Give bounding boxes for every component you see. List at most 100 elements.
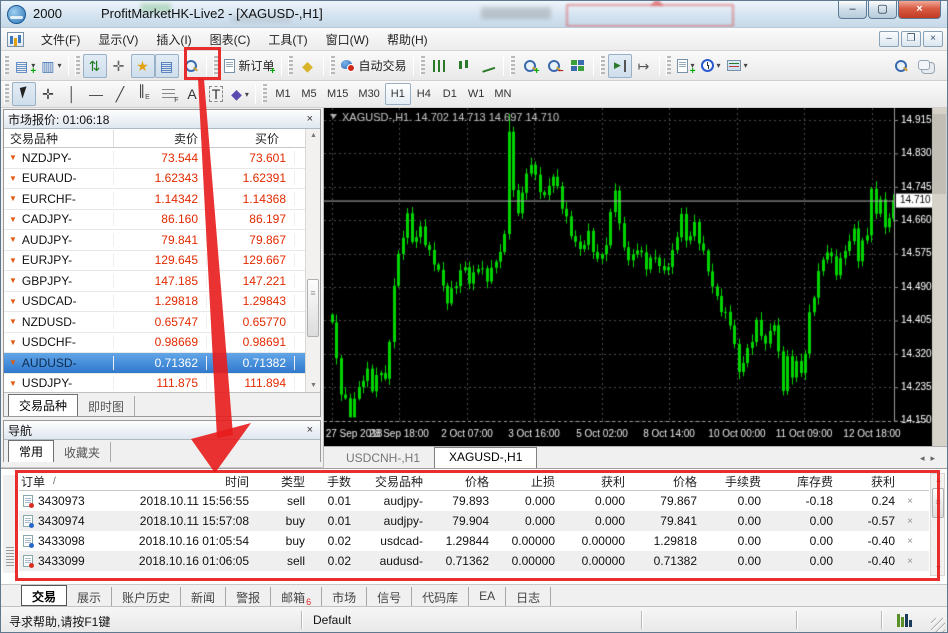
market-watch-row[interactable]: ▼ EURJPY- 129.645 129.667 xyxy=(4,251,320,271)
timeframe-MN[interactable]: MN xyxy=(489,83,516,105)
order-row[interactable]: 3430973 2018.10.11 15:56:55 sell 0.01 audjpy… xyxy=(19,491,929,511)
order-row[interactable]: 3433098 2018.10.16 01:05:54 buy 0.02 usdcad-… xyxy=(19,531,929,551)
tab-交易品种[interactable]: 交易品种 xyxy=(8,394,79,416)
menu-item-图表[interactable]: 图表(C) xyxy=(201,28,260,51)
market-watch-title-bar[interactable]: 市场报价: 01:06:18 × xyxy=(4,110,320,129)
trendline-button[interactable]: ╱ xyxy=(108,82,132,106)
terminal-tab-邮箱[interactable]: 邮箱6 xyxy=(271,587,323,607)
order-row[interactable]: 3430974 2018.10.11 15:57:08 buy 0.01 audjpy-… xyxy=(19,511,929,531)
market-watch-row[interactable]: ▼ AUDJPY- 79.841 79.867 xyxy=(4,230,320,251)
cursor-button[interactable] xyxy=(12,82,36,106)
column-手数[interactable]: 手数 xyxy=(311,473,357,490)
scroll-up-icon[interactable]: ▲ xyxy=(306,129,321,142)
chart-line-button[interactable] xyxy=(476,54,500,78)
navigator-button[interactable]: ★ xyxy=(130,53,155,78)
terminal-scrollbar[interactable]: ▲ ▼ xyxy=(930,473,945,576)
child-close-button[interactable]: × xyxy=(923,31,943,47)
close-order-icon[interactable]: × xyxy=(901,496,919,507)
zoom-out-button[interactable]: − xyxy=(542,54,566,78)
column-获利[interactable]: 获利 xyxy=(561,473,631,490)
market-watch-close-icon[interactable]: × xyxy=(304,113,316,125)
market-watch-row[interactable]: ▼ USDJPY- 111.875 111.894 xyxy=(4,374,320,393)
toolbar-grip[interactable] xyxy=(4,55,9,76)
scrollbar-thumb[interactable] xyxy=(307,279,319,337)
templates-button[interactable]: ▾ xyxy=(724,54,751,78)
fibonacci-button[interactable] xyxy=(156,82,180,106)
market-watch-row[interactable]: ▼ USDCAD- 1.29818 1.29843 xyxy=(4,292,320,312)
child-minimize-button[interactable]: – xyxy=(879,31,899,47)
status-profile[interactable]: Default xyxy=(313,613,351,627)
text-label-button[interactable]: T xyxy=(204,82,228,106)
new-order-button[interactable]: + 新订单 xyxy=(221,54,278,78)
timeframe-D1[interactable]: D1 xyxy=(437,83,463,105)
column-止损[interactable]: 止损 xyxy=(495,473,561,490)
terminal-tab-代码库[interactable]: 代码库 xyxy=(412,587,470,606)
toolbar-grip[interactable] xyxy=(509,55,515,76)
menu-item-显示[interactable]: 显示(V) xyxy=(89,28,147,51)
terminal-tab-日志[interactable]: 日志 xyxy=(506,587,552,606)
chart-system-menu-icon[interactable] xyxy=(7,31,24,47)
close-order-icon[interactable]: × xyxy=(901,556,919,567)
timeframe-H4[interactable]: H4 xyxy=(411,83,437,105)
navigator-title-bar[interactable]: 导航 × xyxy=(4,421,320,440)
indicators-button[interactable]: + ▾ xyxy=(674,54,698,78)
column-价格[interactable]: 价格 xyxy=(429,473,495,490)
order-row[interactable]: 3433099 2018.10.16 01:06:05 sell 0.02 audusd… xyxy=(19,551,929,571)
toolbar-grip[interactable] xyxy=(329,55,335,76)
column-手续费[interactable]: 手续费 xyxy=(703,473,767,490)
timeframe-M1[interactable]: M1 xyxy=(270,83,296,105)
scroll-down-icon[interactable]: ▼ xyxy=(931,562,946,575)
equidistant-channel-button[interactable]: ∥E xyxy=(132,82,156,106)
menu-item-帮助[interactable]: 帮助(H) xyxy=(378,28,437,51)
chart-profiles-dropdown-icon[interactable]: ▾ xyxy=(57,61,61,70)
navigator-close-icon[interactable]: × xyxy=(304,424,316,436)
market-watch-row[interactable]: ▼ EURAUD- 1.62343 1.62391 xyxy=(4,169,320,189)
toolbar-grip[interactable] xyxy=(287,55,293,76)
terminal-tab-警报[interactable]: 警报 xyxy=(226,587,272,606)
chart-tab-USDCNH-,H1[interactable]: USDCNH-,H1 xyxy=(332,449,434,468)
arrows-button[interactable]: ◆ ▾ xyxy=(228,82,252,106)
minimize-button[interactable]: – xyxy=(838,1,867,19)
market-watch-row[interactable]: ▼ EURCHF- 1.14342 1.14368 xyxy=(4,189,320,210)
terminal-tab-信号[interactable]: 信号 xyxy=(367,587,413,606)
terminal-tab-EA[interactable]: EA xyxy=(469,587,507,606)
vertical-line-button[interactable]: │ xyxy=(60,82,84,106)
column-symbol[interactable]: 交易品种 xyxy=(4,129,114,147)
market-watch-row[interactable]: ▼ NZDUSD- 0.65747 0.65770 xyxy=(4,312,320,333)
terminal-tab-交易[interactable]: 交易 xyxy=(21,585,68,606)
menu-item-文件[interactable]: 文件(F) xyxy=(32,28,89,51)
chart-candles-button[interactable] xyxy=(452,54,476,78)
toolbar-grip[interactable] xyxy=(74,55,80,76)
timeframe-M15[interactable]: M15 xyxy=(322,83,353,105)
market-watch-row[interactable]: ▼ NZDJPY- 73.544 73.601 xyxy=(4,148,320,169)
tab-即时图[interactable]: 即时图 xyxy=(78,396,136,416)
horizontal-line-button[interactable]: — xyxy=(84,82,108,106)
toolbar-grip[interactable] xyxy=(262,84,267,104)
toolbar-grip[interactable] xyxy=(665,55,671,76)
column-时间[interactable]: 时间 xyxy=(115,473,255,490)
market-watch-row[interactable]: ▼ AUDUSD- 0.71362 0.71382 xyxy=(4,353,320,374)
scroll-down-icon[interactable]: ▼ xyxy=(306,379,321,392)
market-watch-row[interactable]: ▼ CADJPY- 86.160 86.197 xyxy=(4,210,320,230)
strategy-tester-button[interactable] xyxy=(179,54,203,78)
metaeditor-button[interactable]: ◆ xyxy=(296,54,320,78)
arrows-dropdown-icon[interactable]: ▾ xyxy=(245,90,249,99)
column-类型[interactable]: 类型 xyxy=(255,473,311,490)
tab-常用[interactable]: 常用 xyxy=(8,440,55,462)
terminal-tab-展示[interactable]: 展示 xyxy=(67,587,113,606)
toolbar-grip[interactable] xyxy=(599,55,605,76)
terminal-button[interactable]: ▤ xyxy=(154,53,179,78)
market-watch-row[interactable]: ▼ GBPJPY- 147.185 147.221 xyxy=(4,271,320,292)
periods-button[interactable]: ▾ xyxy=(698,54,724,78)
chart-tab-scroll-icons[interactable]: ◂▸ xyxy=(920,453,941,464)
close-button[interactable]: × xyxy=(898,1,941,19)
tile-windows-button[interactable] xyxy=(566,54,590,78)
menu-item-窗口[interactable]: 窗口(W) xyxy=(317,28,378,51)
close-order-icon[interactable]: × xyxy=(901,516,919,527)
tab-收藏夹[interactable]: 收藏夹 xyxy=(54,442,112,462)
timeframe-H1[interactable]: H1 xyxy=(384,83,411,105)
timeframe-M30[interactable]: M30 xyxy=(353,83,384,105)
price-chart[interactable] xyxy=(324,108,947,446)
toolbar-grip[interactable] xyxy=(212,55,218,76)
chart-tab-XAGUSD-,H1[interactable]: XAGUSD-,H1 xyxy=(434,447,538,468)
